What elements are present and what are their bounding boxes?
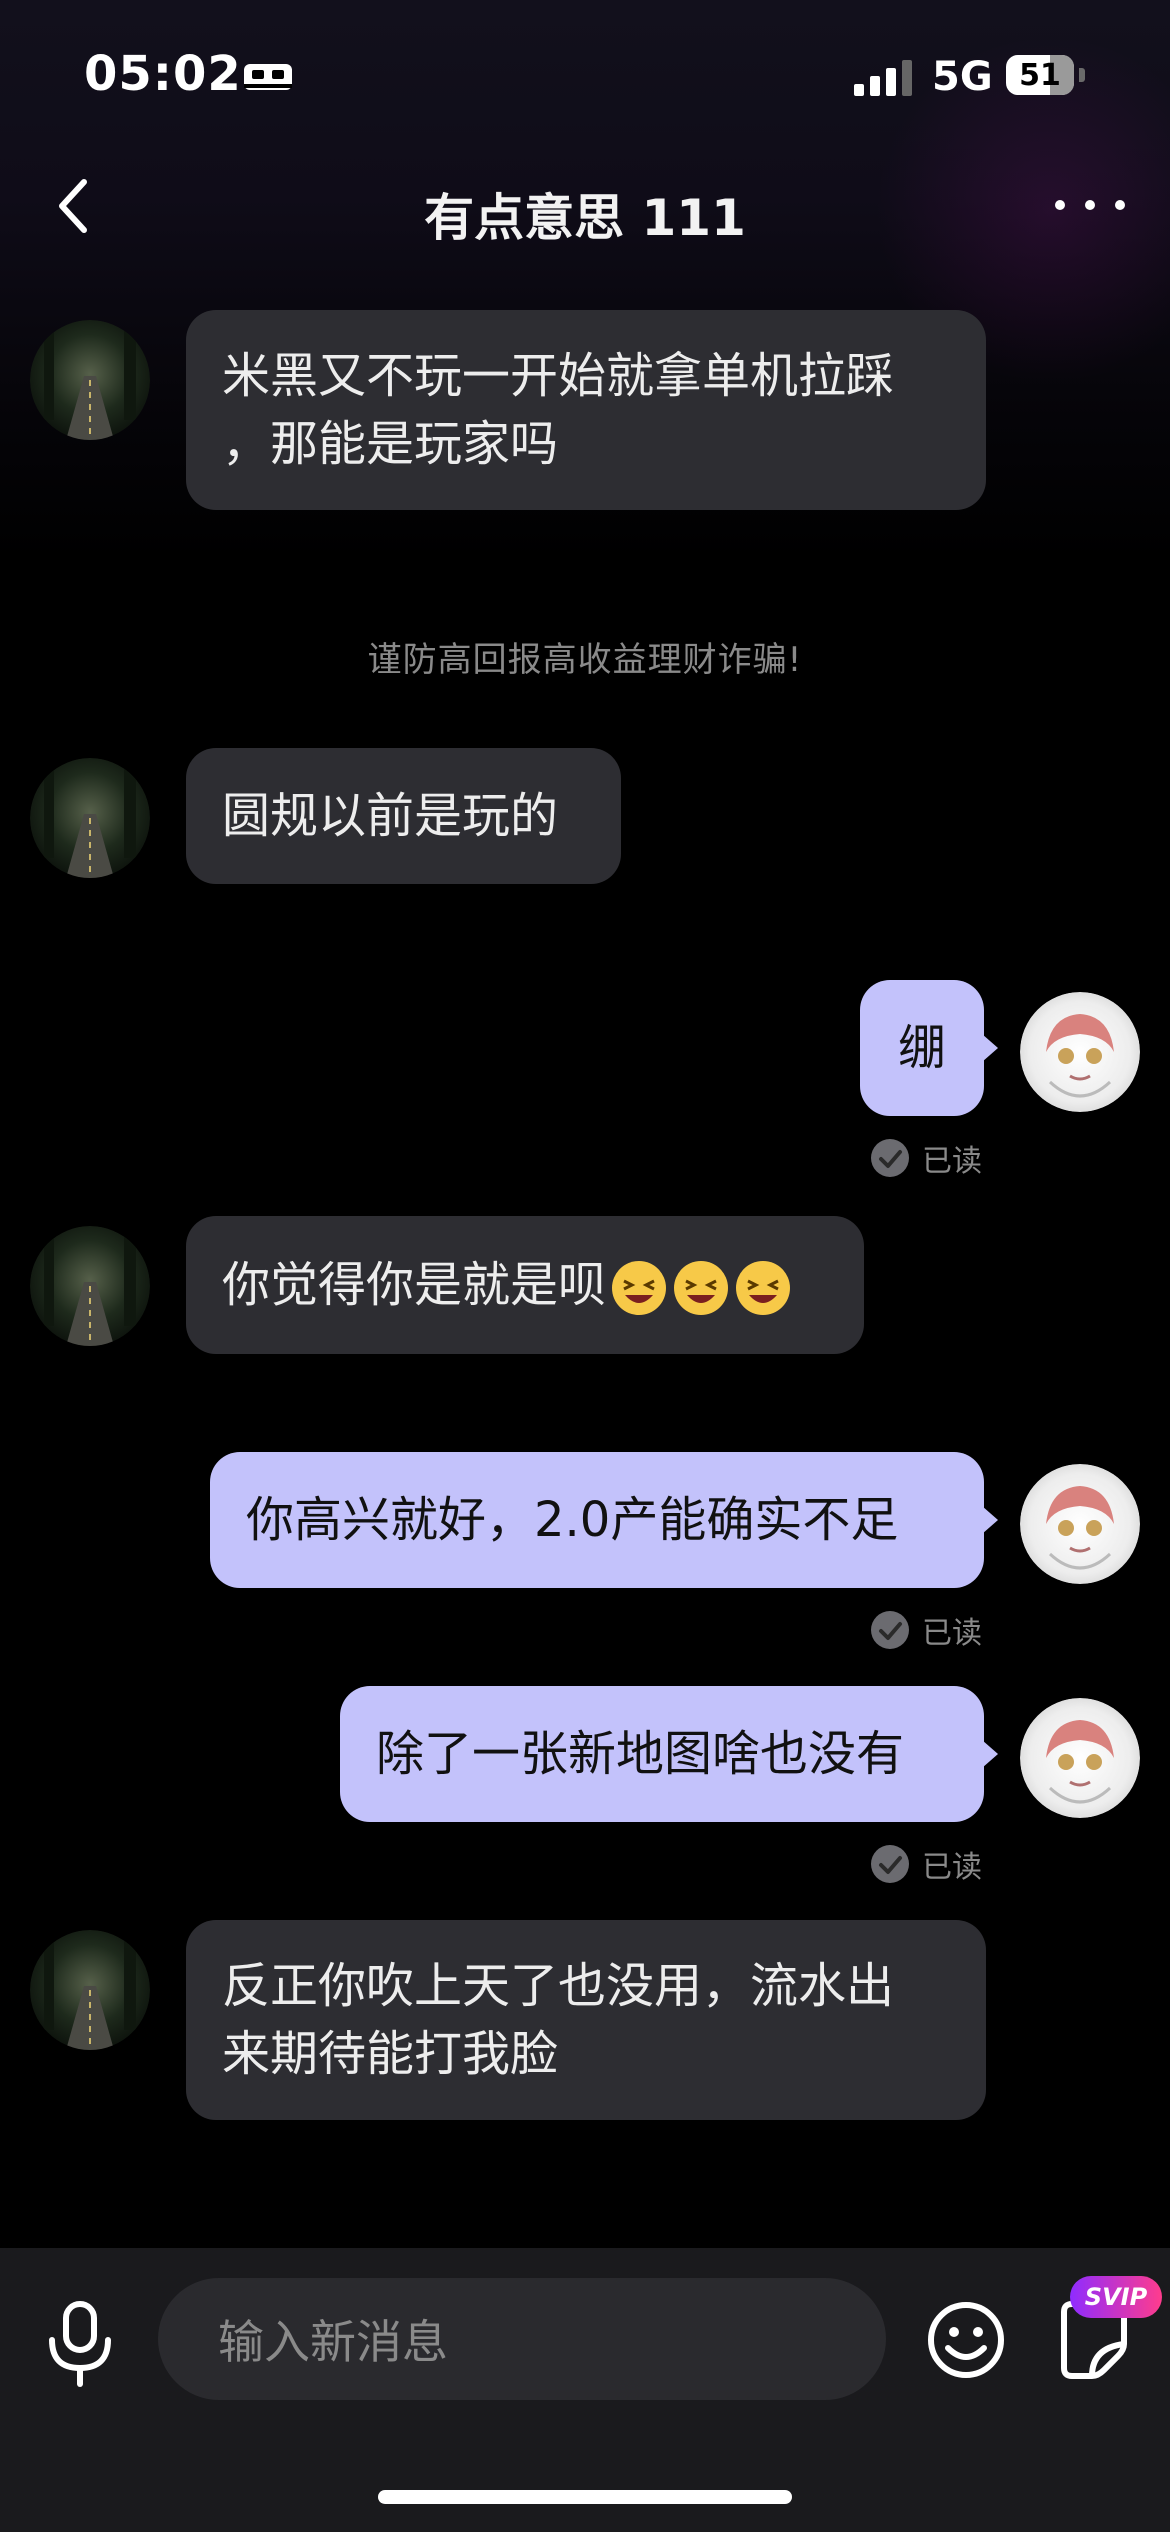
svip-badge: SVIP	[1070, 2276, 1162, 2318]
message-bubble-incoming[interactable]: 圆规以前是玩的	[186, 748, 621, 884]
my-avatar[interactable]	[1020, 1464, 1140, 1584]
read-check-icon	[871, 1139, 909, 1177]
message-input[interactable]: 输入新消息	[158, 2278, 886, 2400]
chat-title: 有点意思 111	[424, 189, 746, 247]
signal-icon	[854, 60, 912, 96]
read-check-icon	[871, 1845, 909, 1883]
battery-level: 51	[1019, 57, 1061, 93]
read-status: 已读	[922, 1616, 982, 1651]
message-text: 除了一张新地图啥也没有	[376, 1726, 905, 1782]
contact-avatar[interactable]	[30, 1930, 150, 2050]
read-receipt: 已读	[870, 1136, 982, 1180]
read-receipt: 已读	[870, 1842, 982, 1886]
contact-avatar[interactable]	[30, 320, 150, 440]
message-text: 圆规以前是玩的	[222, 788, 559, 844]
message-bubble-outgoing[interactable]: 绷	[860, 980, 998, 1116]
contact-avatar[interactable]	[30, 1226, 150, 1346]
message-bubble-incoming[interactable]: 反正你吹上天了也没用，流水出 来期待能打我脸	[186, 1920, 986, 2120]
battery-indicator: 51	[1006, 55, 1074, 95]
message-bubble-incoming[interactable]: 米黑又不玩一开始就拿单机拉踩 ，那能是玩家吗	[186, 310, 986, 510]
message-text: 你高兴就好，2.0产能确实不足	[246, 1492, 899, 1548]
sleep-icon	[244, 64, 292, 90]
read-status: 已读	[922, 1850, 982, 1885]
more-icon[interactable]	[1050, 180, 1130, 230]
message-text: 绷	[897, 1020, 946, 1076]
my-avatar[interactable]	[1020, 992, 1140, 1112]
message-text-line: ，那能是玩家吗	[222, 416, 559, 472]
home-indicator	[378, 2490, 792, 2504]
laughing-emoji-icon	[674, 1261, 729, 1315]
laughing-emoji-icon	[736, 1261, 791, 1315]
message-bubble-incoming[interactable]: 你觉得你是就是呗	[186, 1216, 864, 1354]
contact-avatar[interactable]	[30, 758, 150, 878]
message-text-line: 反正你吹上天了也没用，流水出	[222, 1958, 895, 2014]
read-status: 已读	[922, 1144, 982, 1179]
message-bubble-outgoing[interactable]: 你高兴就好，2.0产能确实不足	[210, 1452, 998, 1588]
message-bubble-outgoing[interactable]: 除了一张新地图啥也没有	[340, 1686, 998, 1822]
network-type: 5G	[932, 54, 993, 100]
laughing-emoji-icon	[612, 1261, 667, 1315]
microphone-icon[interactable]	[40, 2298, 120, 2388]
status-bar: 05:02 5G 51	[0, 0, 1170, 160]
status-time: 05:02	[84, 46, 242, 102]
read-receipt: 已读	[870, 1608, 982, 1652]
message-text-line: 来期待能打我脸	[222, 2026, 559, 2082]
read-check-icon	[871, 1611, 909, 1649]
chat-header: 有点意思 111	[0, 160, 1170, 250]
my-avatar[interactable]	[1020, 1698, 1140, 1818]
message-text-line: 米黑又不玩一开始就拿单机拉踩	[222, 348, 895, 404]
message-text: 你觉得你是就是呗	[222, 1257, 607, 1313]
scroll-fade	[0, 2220, 1170, 2248]
security-notice: 谨防高回报高收益理财诈骗!	[367, 640, 803, 680]
smile-icon[interactable]	[926, 2300, 1006, 2380]
input-placeholder: 输入新消息	[218, 2315, 448, 2369]
battery-nub	[1079, 68, 1085, 82]
